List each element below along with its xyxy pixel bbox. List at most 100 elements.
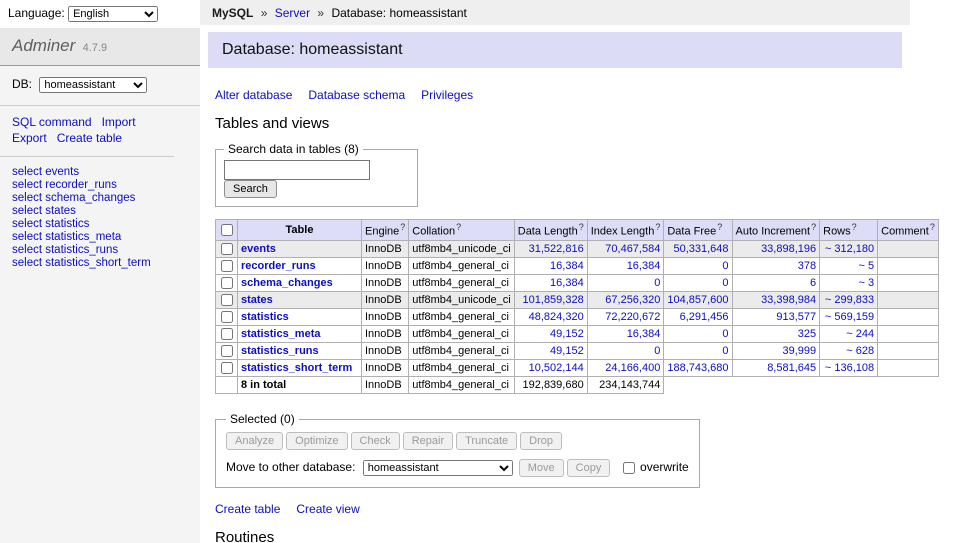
- rows-link[interactable]: ~ 3: [859, 277, 875, 289]
- col-header-table[interactable]: Table: [238, 220, 362, 241]
- repair-button[interactable]: Repair: [403, 432, 453, 450]
- rows-link[interactable]: ~ 312,180: [825, 243, 874, 255]
- data-free-link[interactable]: 6,291,456: [680, 311, 729, 323]
- data-length-link[interactable]: 10,502,144: [529, 362, 584, 374]
- data-length-link[interactable]: 16,384: [550, 277, 584, 289]
- index-length-link[interactable]: 70,467,584: [605, 243, 660, 255]
- help-icon[interactable]: ?: [456, 222, 461, 232]
- db-link-privileges[interactable]: Privileges: [421, 88, 473, 102]
- data-length-link[interactable]: 101,859,328: [523, 294, 584, 306]
- col-header-index-length[interactable]: Index Length?: [587, 220, 664, 241]
- sidebar-table-link-select-events[interactable]: select events: [12, 166, 188, 179]
- check-all-checkbox[interactable]: [221, 224, 233, 236]
- db-link-database-schema[interactable]: Database schema: [308, 88, 405, 102]
- rows-link[interactable]: ~ 299,833: [825, 294, 874, 306]
- index-length-link[interactable]: 0: [654, 345, 660, 357]
- data-length-link[interactable]: 48,824,320: [529, 311, 584, 323]
- index-length-link[interactable]: 67,256,320: [605, 294, 660, 306]
- truncate-button[interactable]: Truncate: [456, 432, 517, 450]
- row-checkbox[interactable]: [221, 260, 233, 272]
- help-icon[interactable]: ?: [930, 222, 935, 232]
- row-checkbox[interactable]: [221, 311, 233, 323]
- data-free-link[interactable]: 0: [722, 345, 728, 357]
- data-free-link[interactable]: 188,743,680: [667, 362, 728, 374]
- create-link-create-view[interactable]: Create view: [296, 502, 359, 516]
- help-icon[interactable]: ?: [717, 222, 722, 232]
- row-checkbox[interactable]: [221, 277, 233, 289]
- overwrite-label[interactable]: overwrite: [640, 460, 689, 474]
- col-header-data-free[interactable]: Data Free?: [664, 220, 732, 241]
- sidebar-table-link-select-states[interactable]: select states: [12, 205, 188, 218]
- rows-link[interactable]: ~ 628: [846, 345, 874, 357]
- check-button[interactable]: Check: [351, 432, 400, 450]
- index-length-link[interactable]: 72,220,672: [605, 311, 660, 323]
- data-length-link[interactable]: 31,522,816: [529, 243, 584, 255]
- row-checkbox[interactable]: [221, 345, 233, 357]
- row-checkbox[interactable]: [221, 243, 233, 255]
- index-length-link[interactable]: 16,384: [627, 328, 661, 340]
- drop-button[interactable]: Drop: [520, 432, 562, 450]
- sidebar-table-link-select-statistics-runs[interactable]: select statistics_runs: [12, 244, 188, 257]
- sidebar-table-link-select-statistics[interactable]: select statistics: [12, 218, 188, 231]
- sidebar-table-link-select-schema-changes[interactable]: select schema_changes: [12, 192, 188, 205]
- sidebar-action-import[interactable]: Import: [102, 114, 136, 130]
- auto-increment-link[interactable]: 39,999: [782, 345, 816, 357]
- index-length-link[interactable]: 16,384: [627, 260, 661, 272]
- data-free-link[interactable]: 0: [722, 260, 728, 272]
- data-length-link[interactable]: 49,152: [550, 345, 584, 357]
- data-length-link[interactable]: 49,152: [550, 328, 584, 340]
- copy-button[interactable]: Copy: [567, 459, 611, 477]
- row-checkbox[interactable]: [221, 294, 233, 306]
- move-button[interactable]: Move: [519, 459, 564, 477]
- rows-link[interactable]: ~ 5: [859, 260, 875, 272]
- help-icon[interactable]: ?: [811, 222, 816, 232]
- row-checkbox[interactable]: [221, 328, 233, 340]
- help-icon[interactable]: ?: [852, 222, 857, 232]
- table-name-link[interactable]: statistics_meta: [241, 328, 321, 340]
- analyze-button[interactable]: Analyze: [226, 432, 283, 450]
- search-input[interactable]: [224, 160, 370, 180]
- row-checkbox[interactable]: [221, 362, 233, 374]
- language-select[interactable]: English: [68, 6, 158, 22]
- index-length-link[interactable]: 0: [654, 277, 660, 289]
- sidebar-table-link-select-statistics-short-term[interactable]: select statistics_short_term: [12, 257, 188, 270]
- data-free-link[interactable]: 0: [722, 328, 728, 340]
- auto-increment-link[interactable]: 8,581,645: [767, 362, 816, 374]
- optimize-button[interactable]: Optimize: [286, 432, 347, 450]
- data-free-link[interactable]: 0: [722, 277, 728, 289]
- col-header-rows[interactable]: Rows?: [820, 220, 878, 241]
- auto-increment-link[interactable]: 6: [810, 277, 816, 289]
- create-link-create-table[interactable]: Create table: [215, 502, 280, 516]
- data-free-link[interactable]: 50,331,648: [673, 243, 728, 255]
- auto-increment-link[interactable]: 913,577: [776, 311, 816, 323]
- table-name-link[interactable]: statistics: [241, 311, 289, 323]
- col-header-engine[interactable]: Engine?: [362, 220, 409, 241]
- sidebar-table-link-select-recorder-runs[interactable]: select recorder_runs: [12, 179, 188, 192]
- table-name-link[interactable]: statistics_short_term: [241, 362, 352, 374]
- db-select[interactable]: homeassistant: [39, 77, 147, 93]
- breadcrumb-server-link[interactable]: Server: [275, 6, 310, 20]
- index-length-link[interactable]: 24,166,400: [605, 362, 660, 374]
- db-link-alter-database[interactable]: Alter database: [215, 88, 292, 102]
- rows-link[interactable]: ~ 136,108: [825, 362, 874, 374]
- table-name-link[interactable]: recorder_runs: [241, 260, 316, 272]
- sidebar-table-link-select-statistics-meta[interactable]: select statistics_meta: [12, 231, 188, 244]
- auto-increment-link[interactable]: 378: [798, 260, 816, 272]
- data-length-link[interactable]: 16,384: [550, 260, 584, 272]
- help-icon[interactable]: ?: [655, 222, 660, 232]
- help-icon[interactable]: ?: [400, 222, 405, 232]
- sidebar-action-sql-command[interactable]: SQL command: [12, 114, 92, 130]
- rows-link[interactable]: ~ 244: [846, 328, 874, 340]
- overwrite-checkbox[interactable]: [623, 462, 635, 474]
- table-name-link[interactable]: states: [241, 294, 273, 306]
- auto-increment-link[interactable]: 33,398,984: [761, 294, 816, 306]
- rows-link[interactable]: ~ 569,159: [825, 311, 874, 323]
- col-header-auto-increment[interactable]: Auto Increment?: [732, 220, 820, 241]
- col-header-data-length[interactable]: Data Length?: [514, 220, 587, 241]
- auto-increment-link[interactable]: 325: [798, 328, 816, 340]
- search-button[interactable]: Search: [224, 180, 277, 198]
- data-free-link[interactable]: 104,857,600: [667, 294, 728, 306]
- table-name-link[interactable]: statistics_runs: [241, 345, 319, 357]
- breadcrumb-driver-link[interactable]: MySQL: [212, 6, 253, 20]
- col-header-comment[interactable]: Comment?: [878, 220, 939, 241]
